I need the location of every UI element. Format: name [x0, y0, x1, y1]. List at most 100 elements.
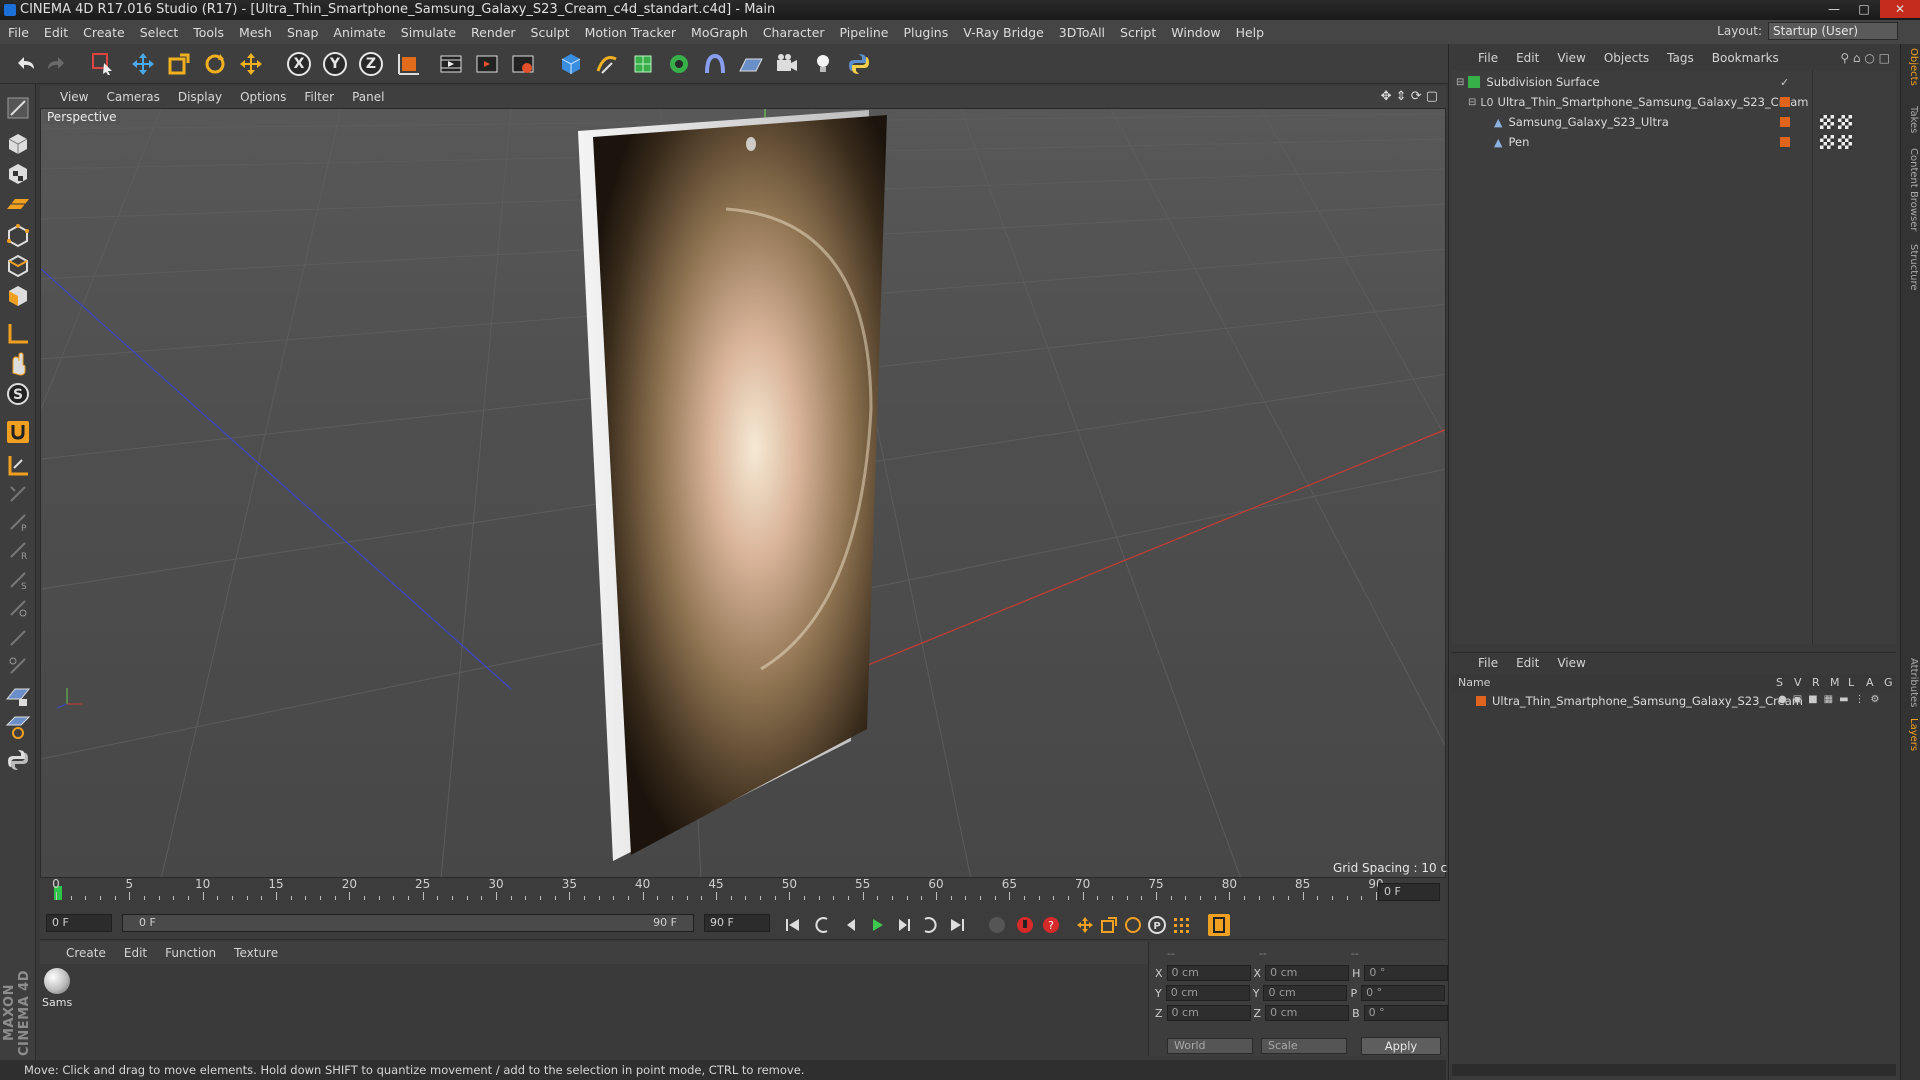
render-to-picture-viewer-icon[interactable] — [472, 50, 502, 78]
rotation-b-field[interactable]: 0 ° — [1363, 1005, 1448, 1021]
spline-pen-icon[interactable] — [592, 50, 622, 78]
tree-row-pen[interactable]: ▲ Pen — [1452, 132, 1896, 152]
layers-menu-file[interactable]: File — [1478, 656, 1498, 670]
texture-tag-icon[interactable] — [1838, 135, 1852, 149]
menu-select[interactable]: Select — [140, 25, 179, 40]
coordinate-space-dropdown[interactable]: World — [1167, 1038, 1253, 1054]
timeline-layout-icon[interactable] — [1208, 914, 1230, 936]
autokey-icon[interactable]: ? — [1040, 914, 1062, 936]
menu-help[interactable]: Help — [1236, 25, 1265, 40]
menu-vray-bridge[interactable]: V-Ray Bridge — [963, 25, 1044, 40]
layers-menu-view[interactable]: View — [1557, 656, 1585, 670]
objects-search-icon[interactable]: ⚲ ⌂ ○ □ — [1840, 51, 1890, 65]
visibility-check-icon[interactable]: ✓ — [1780, 76, 1789, 89]
snap-icon[interactable]: S — [4, 380, 32, 408]
layers-menu-edit[interactable]: Edit — [1516, 656, 1539, 670]
menu-simulate[interactable]: Simulate — [401, 25, 456, 40]
next-frame-icon[interactable] — [892, 914, 914, 936]
record-active-icon[interactable] — [1014, 914, 1036, 936]
objects-menu-view[interactable]: View — [1557, 51, 1585, 65]
maximize-button[interactable]: □ — [1850, 0, 1878, 18]
collapse-toggle-icon[interactable]: ⊟ — [1456, 77, 1464, 88]
tree-row-subdivision-surface[interactable]: ⊟ Subdivision Surface ✓ — [1452, 72, 1896, 92]
transform-tool-icon[interactable] — [236, 50, 266, 78]
size-y-field[interactable]: 0 cm — [1263, 985, 1348, 1001]
objects-menu-objects[interactable]: Objects — [1604, 51, 1649, 65]
layer-color-tag[interactable] — [1780, 137, 1790, 147]
coordinate-system-icon[interactable] — [394, 50, 424, 78]
apply-button[interactable]: Apply — [1361, 1037, 1441, 1055]
texture-mode-icon[interactable] — [4, 160, 32, 188]
start-frame-field[interactable]: 0 F — [46, 914, 112, 932]
collapse-toggle-icon[interactable]: ⊟ — [1468, 97, 1476, 108]
menu-3dtoall[interactable]: 3DToAll — [1059, 25, 1105, 40]
layer-row[interactable]: Ultra_Thin_Smartphone_Samsung_Galaxy_S23… — [1452, 692, 1896, 710]
menu-mesh[interactable]: Mesh — [239, 25, 272, 40]
menu-snap[interactable]: Snap — [287, 25, 318, 40]
redo-icon[interactable] — [42, 50, 72, 78]
key-scale-icon[interactable] — [1098, 914, 1120, 936]
goto-start-icon[interactable] — [782, 914, 804, 936]
undo-icon[interactable] — [10, 50, 40, 78]
position-x-field[interactable]: 0 cm — [1166, 965, 1251, 981]
next-key-icon[interactable] — [918, 914, 940, 936]
rotation-h-field[interactable]: 0 ° — [1364, 965, 1449, 981]
grid-lock-icon[interactable] — [4, 682, 32, 710]
previous-frame-icon[interactable] — [840, 914, 862, 936]
menu-mograph[interactable]: MoGraph — [691, 25, 748, 40]
scale-tool-icon[interactable] — [164, 50, 194, 78]
viewport-menu-view[interactable]: View — [60, 90, 88, 104]
pose-tool-6-icon[interactable] — [4, 624, 32, 652]
pose-tool-1-icon[interactable] — [4, 480, 32, 508]
menu-render[interactable]: Render — [471, 25, 516, 40]
live-selection-icon[interactable] — [88, 50, 118, 78]
side-tab-content-browser[interactable]: Content Browser — [1903, 148, 1919, 231]
rotation-p-field[interactable]: 0 ° — [1361, 985, 1446, 1001]
objects-menu-bookmarks[interactable]: Bookmarks — [1712, 51, 1779, 65]
pose-tool-2-icon[interactable]: P — [4, 508, 32, 536]
viewport-menu-panel[interactable]: Panel — [352, 90, 384, 104]
viewport-menu-filter[interactable]: Filter — [304, 90, 334, 104]
objects-menu-file[interactable]: File — [1478, 51, 1498, 65]
material-menu-create[interactable]: Create — [66, 946, 106, 960]
light-icon[interactable] — [808, 50, 838, 78]
texture-tag-icon[interactable] — [1820, 115, 1834, 129]
model-mode-icon[interactable] — [4, 130, 32, 158]
material-menu-edit[interactable]: Edit — [124, 946, 147, 960]
goto-end-icon[interactable] — [946, 914, 968, 936]
texture-tag-icon[interactable] — [1820, 135, 1834, 149]
cloner-icon[interactable] — [664, 50, 694, 78]
deformer-icon[interactable] — [700, 50, 730, 78]
current-frame-display[interactable]: 0 F — [1378, 883, 1440, 901]
menu-file[interactable]: File — [8, 25, 29, 40]
size-z-field[interactable]: 0 cm — [1265, 1005, 1350, 1021]
workplane-mode-icon[interactable] — [4, 190, 32, 218]
tree-row-samsung-galaxy[interactable]: ▲ Samsung_Galaxy_S23_Ultra — [1452, 112, 1896, 132]
menu-edit[interactable]: Edit — [44, 25, 68, 40]
material-swatch[interactable] — [44, 968, 70, 994]
layer-flag-icons[interactable]: ●▣■▦▬⋮⚙ — [1778, 694, 1885, 705]
layer-color-tag[interactable] — [1780, 97, 1790, 107]
position-z-field[interactable]: 0 cm — [1166, 1005, 1251, 1021]
material-name[interactable]: Sams — [42, 996, 72, 1009]
edges-mode-icon[interactable] — [4, 252, 32, 280]
axis-mode-icon[interactable] — [4, 320, 32, 348]
menu-script[interactable]: Script — [1120, 25, 1156, 40]
objects-menu-edit[interactable]: Edit — [1516, 51, 1539, 65]
viewport-nav-icons[interactable]: ✥ ⇕ ⟳ ▢ — [1381, 89, 1438, 104]
size-x-field[interactable]: 0 cm — [1265, 965, 1350, 981]
horizontal-scrollbar[interactable] — [1452, 1064, 1896, 1076]
close-button[interactable]: ✕ — [1880, 0, 1920, 18]
menu-plugins[interactable]: Plugins — [903, 25, 948, 40]
side-tab-layers[interactable]: Layers — [1903, 718, 1919, 751]
coordinate-mode-dropdown[interactable]: Scale — [1261, 1038, 1347, 1054]
cube-primitive-icon[interactable] — [556, 50, 586, 78]
x-axis-lock-icon[interactable]: X — [284, 50, 314, 78]
menu-tools[interactable]: Tools — [193, 25, 224, 40]
minimize-button[interactable]: — — [1820, 0, 1848, 18]
key-position-icon[interactable] — [1074, 914, 1096, 936]
make-editable-icon[interactable] — [4, 94, 32, 122]
viewport-menu-options[interactable]: Options — [240, 90, 286, 104]
play-icon[interactable] — [866, 914, 888, 936]
y-axis-lock-icon[interactable]: Y — [320, 50, 350, 78]
